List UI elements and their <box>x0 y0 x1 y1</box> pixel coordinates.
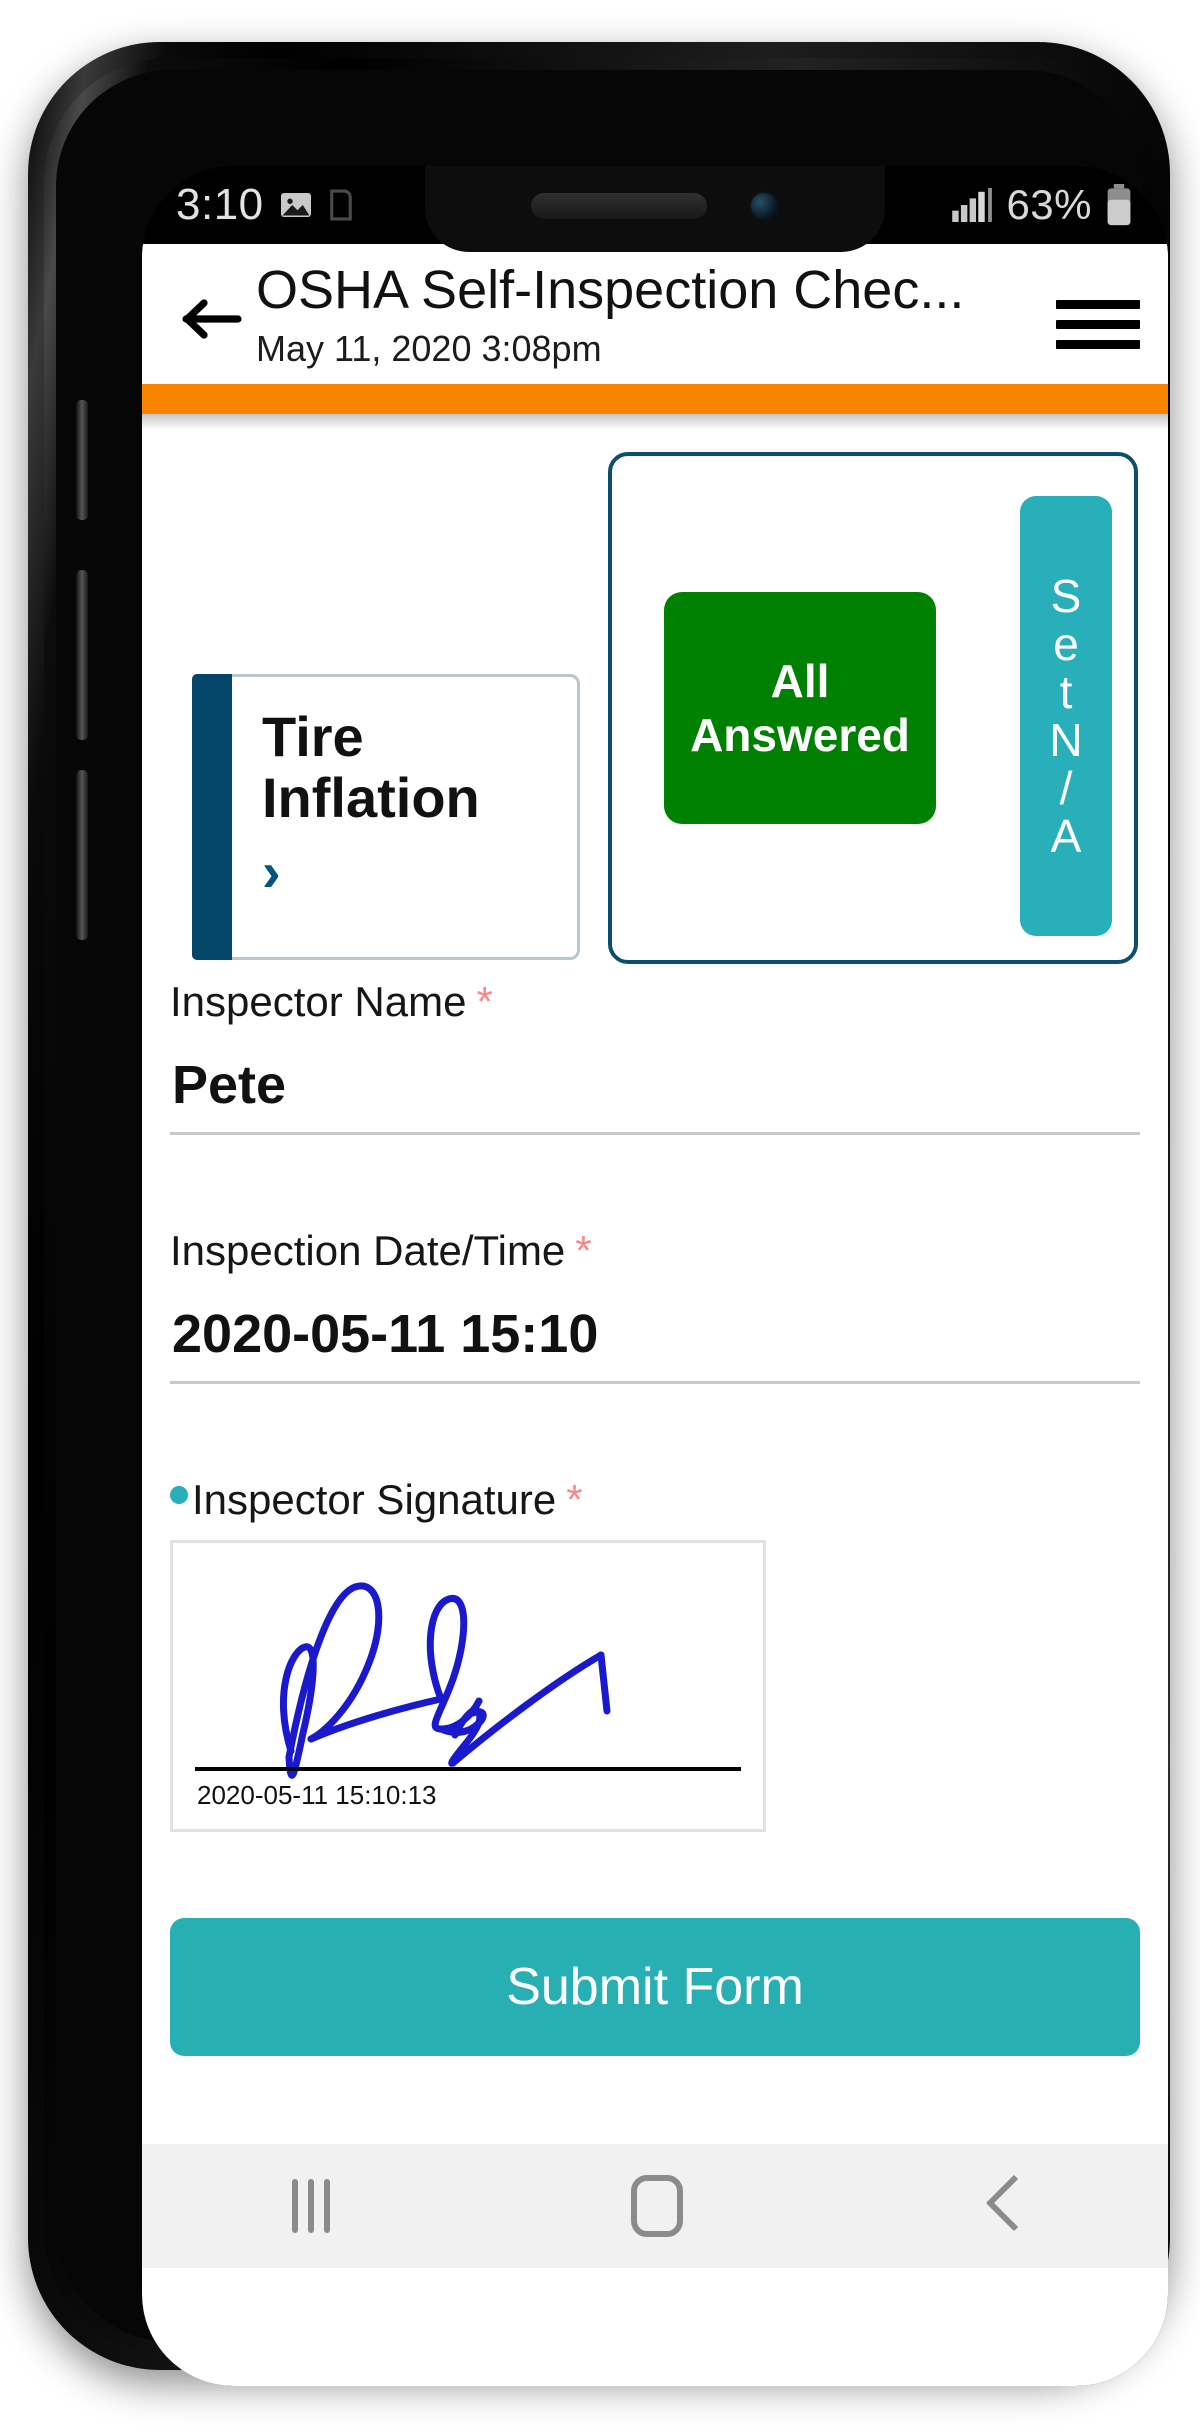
required-asterisk: * <box>575 1227 592 1275</box>
field-label: Inspection Date/Time * <box>170 1227 1140 1275</box>
section-card-title: Tire Inflation <box>262 705 480 829</box>
app-container: OSHA Self-Inspection Chec... May 11, 202… <box>142 244 1168 2386</box>
set-na-button[interactable]: S e t N / A <box>1020 496 1112 937</box>
status-bar-clock: 3:10 <box>176 180 264 229</box>
submit-form-button[interactable]: Submit Form <box>170 1918 1140 2057</box>
page-title: OSHA Self-Inspection Chec... <box>256 260 965 320</box>
hamburger-menu-icon[interactable] <box>1056 260 1140 349</box>
required-asterisk: * <box>476 978 493 1026</box>
set-na-letter: / <box>1059 762 1073 815</box>
field-spacer <box>170 1402 1140 1476</box>
signature-pad[interactable]: 2020-05-11 15:10:13 <box>170 1540 766 1833</box>
home-button[interactable] <box>630 2175 683 2238</box>
hamburger-bar <box>1056 340 1140 349</box>
app-bar: OSHA Self-Inspection Chec... May 11, 202… <box>142 244 1168 385</box>
field-label-text: Inspector Signature <box>192 1476 557 1524</box>
field-underline <box>170 1381 1140 1385</box>
screenshot-stage: 3:10 63% OSHA Self-Inspection Chec... Ma… <box>0 0 1200 2433</box>
field-inspection-datetime: Inspection Date/Time * 2020-05-11 15:10 <box>170 1227 1140 1385</box>
status-bar-left: 3:10 <box>176 180 354 230</box>
signal-icon <box>952 188 993 222</box>
section-card-tire-inflation[interactable]: Tire Inflation › <box>192 674 580 961</box>
answer-status-card: All Answered S e t N / A <box>608 452 1138 965</box>
field-label-text: Inspection Date/Time <box>170 1227 566 1275</box>
phone-notch <box>425 166 885 252</box>
all-answered-line1: All <box>770 655 830 708</box>
bullet-dot-icon <box>170 1486 188 1505</box>
top-card-row: Tire Inflation › All Answered S e t N / … <box>142 430 1168 965</box>
inspection-datetime-input[interactable]: 2020-05-11 15:10 <box>170 1275 1140 1381</box>
recents-bar <box>308 2179 315 2234</box>
field-label-text: Inspector Name <box>170 978 467 1026</box>
set-na-letter: e <box>1053 618 1079 671</box>
battery-percent-label: 63% <box>1006 181 1092 228</box>
phone-screen: 3:10 63% OSHA Self-Inspection Chec... Ma… <box>142 166 1168 2386</box>
appbar-shadow <box>142 414 1168 431</box>
back-arrow-icon <box>182 299 242 339</box>
recents-bar <box>324 2179 331 2234</box>
page-subtitle: May 11, 2020 3:08pm <box>256 328 602 370</box>
field-label: Inspector Signature * <box>170 1476 1140 1524</box>
image-icon <box>280 193 311 217</box>
status-bar-right: 63% <box>952 181 1134 229</box>
progress-bar <box>142 384 1168 415</box>
submit-area: Submit Form <box>142 1918 1168 2057</box>
bixby-button[interactable] <box>76 770 88 940</box>
signature-baseline <box>195 1767 741 1772</box>
signature-timestamp: 2020-05-11 15:10:13 <box>197 1780 437 1811</box>
all-answered-button[interactable]: All Answered <box>664 592 936 825</box>
set-na-letter: N <box>1049 714 1083 767</box>
hamburger-bar <box>1056 320 1140 329</box>
field-inspector-signature: Inspector Signature * 2020-05-11 15:10:1… <box>170 1476 1140 1833</box>
android-nav-bar <box>142 2144 1168 2269</box>
set-na-letter: S <box>1050 570 1082 623</box>
set-na-letter: A <box>1050 810 1082 863</box>
front-camera <box>749 191 779 221</box>
form-fields: Inspector Name * Pete Inspection Date/Ti… <box>142 964 1168 1833</box>
hamburger-bar <box>1056 300 1140 309</box>
all-answered-line2: Answered <box>690 709 910 762</box>
earpiece-speaker <box>531 193 707 219</box>
field-underline <box>170 1132 1140 1136</box>
section-accent-bar <box>192 674 232 961</box>
inspector-name-input[interactable]: Pete <box>170 1026 1140 1132</box>
required-asterisk: * <box>566 1476 583 1524</box>
recents-button[interactable] <box>292 2179 331 2234</box>
form-content: Tire Inflation › All Answered S e t N / … <box>142 430 1168 2269</box>
app-bar-text: OSHA Self-Inspection Chec... May 11, 202… <box>256 260 1056 370</box>
volume-down-button[interactable] <box>76 570 88 740</box>
download-icon <box>329 189 352 221</box>
field-spacer <box>170 1153 1140 1227</box>
recents-bar <box>292 2179 299 2234</box>
set-na-letter: t <box>1059 666 1073 719</box>
section-card-body: Tire Inflation › <box>232 677 577 957</box>
battery-icon <box>1107 184 1131 226</box>
field-label: Inspector Name * <box>170 978 1140 1026</box>
field-inspector-name: Inspector Name * Pete <box>170 978 1140 1136</box>
back-button[interactable] <box>170 260 256 342</box>
nav-back-button[interactable] <box>984 2179 1018 2233</box>
chevron-right-icon[interactable]: › <box>262 844 557 900</box>
volume-up-button[interactable] <box>76 400 88 520</box>
phone-body: 3:10 63% OSHA Self-Inspection Chec... Ma… <box>56 70 1168 2386</box>
